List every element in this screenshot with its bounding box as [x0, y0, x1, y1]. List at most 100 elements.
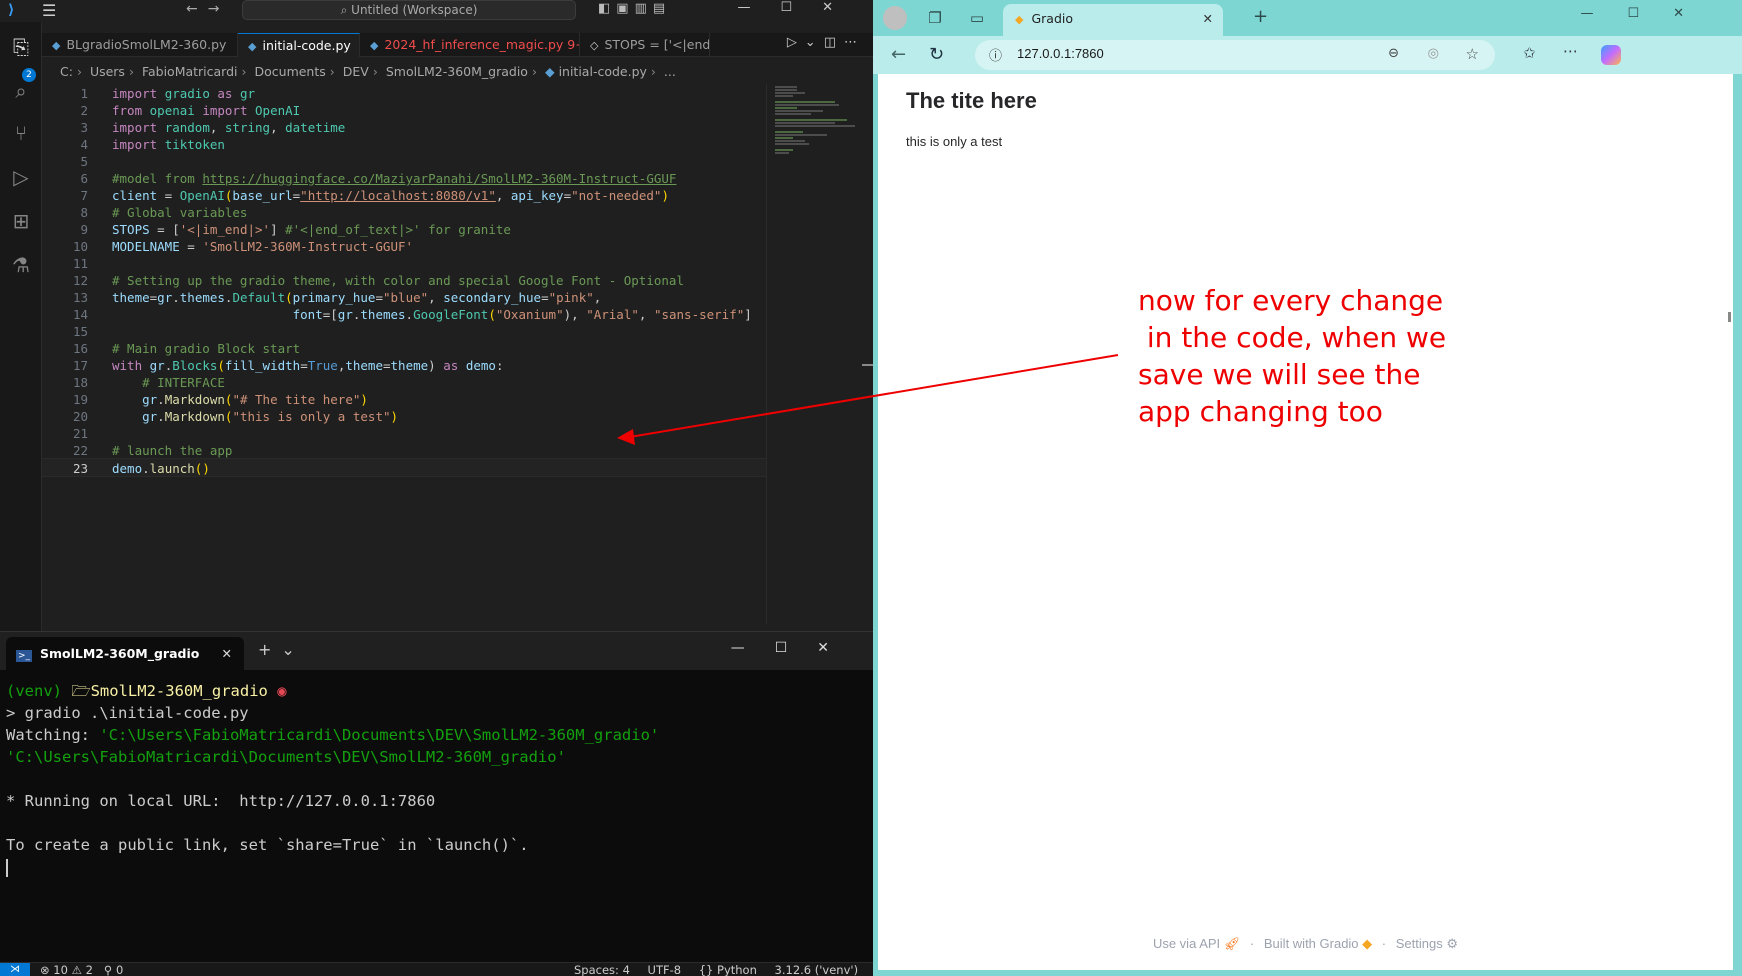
- reload-icon[interactable]: ↻: [929, 44, 944, 65]
- browser-tab-gradio[interactable]: ◆ Gradio ✕: [1003, 4, 1223, 36]
- profile-avatar[interactable]: [883, 6, 907, 30]
- extension-icon[interactable]: ◎: [1428, 46, 1439, 61]
- tab-initial-code[interactable]: ◆initial-code.py✕: [238, 33, 360, 57]
- source-control-icon[interactable]: ⑂: [8, 120, 34, 146]
- terminal-tab[interactable]: >_ SmolLM2-360M_gradio ✕: [6, 637, 244, 670]
- error-icon: ⊗: [40, 963, 50, 976]
- testing-icon[interactable]: ⚗: [8, 252, 34, 278]
- running-url: * Running on local URL: http://127.0.0.1…: [6, 792, 436, 810]
- code-line-current: 23 demo.launch(): [42, 458, 766, 477]
- ports-icon: ⚲: [103, 963, 113, 976]
- copilot-icon[interactable]: [1601, 45, 1621, 65]
- minimap[interactable]: [766, 84, 862, 624]
- annotation-text: now for every change in the code, when w…: [1138, 284, 1447, 428]
- page-scroll-indicator[interactable]: [1728, 312, 1731, 322]
- favorites-icon[interactable]: ✩: [1523, 44, 1536, 62]
- venv-label: (venv): [6, 682, 62, 700]
- watching-label: Watching:: [6, 726, 100, 744]
- editor-scroll-indicator[interactable]: [862, 364, 873, 366]
- terminal-window[interactable]: >_ SmolLM2-360M_gradio ✕ +⌄ —☐✕ (venv) 🗁S…: [0, 631, 873, 962]
- tab-blgradio[interactable]: ◆ BLgradioSmolLM2-360.py: [42, 33, 238, 57]
- encoding-status[interactable]: UTF-8: [648, 963, 682, 976]
- built-with-gradio-link[interactable]: Built with Gradio: [1264, 936, 1359, 951]
- tab-stops[interactable]: ◇ STOPS = ['<|endo: [580, 33, 710, 57]
- address-bar[interactable]: ⓘ 127.0.0.1:7860 ⊖ ◎ ☆: [975, 40, 1495, 70]
- terminal-titlebar: >_ SmolLM2-360M_gradio ✕ +⌄ —☐✕: [0, 632, 873, 670]
- back-icon[interactable]: ←: [891, 44, 906, 65]
- warning-icon: ⚠: [71, 963, 82, 976]
- browser-tab-title: Gradio: [1031, 11, 1074, 26]
- vscode-window: ⟩ ☰ ←→ ⌕ Untitled (Workspace) ◧▣▥▤ —☐✕ ⎘…: [0, 0, 890, 976]
- gradio-footer: Use via API 🚀︎ · Built with Gradio ◆ · S…: [1152, 936, 1459, 951]
- workspaces-icon[interactable]: ❐: [925, 8, 945, 28]
- python-file-icon: ◆: [370, 39, 379, 52]
- extensions-icon[interactable]: ⊞: [8, 208, 34, 234]
- remote-icon[interactable]: ⋊: [0, 963, 30, 976]
- site-info-icon[interactable]: ⓘ: [989, 45, 1002, 64]
- breadcrumb-item[interactable]: ...: [664, 64, 676, 79]
- tab-hf-inference[interactable]: ◆2024_hf_inference_magic.py 9+●: [360, 33, 580, 57]
- vscode-logo-icon: ⟩: [8, 2, 15, 18]
- explorer-icon[interactable]: ⎘: [8, 34, 34, 60]
- breadcrumb-item[interactable]: Users: [90, 64, 125, 79]
- code-link[interactable]: https://huggingface.co/MaziyarPanahi/Smo…: [202, 171, 676, 186]
- zoom-icon[interactable]: ⊖: [1388, 46, 1399, 61]
- new-tab-button[interactable]: +: [1253, 6, 1268, 27]
- vscode-titlebar: ⟩ ☰ ←→ ⌕ Untitled (Workspace) ◧▣▥▤ —☐✕: [0, 0, 873, 22]
- tab-actions-icon[interactable]: ▭: [967, 8, 987, 28]
- line-number: 23: [72, 461, 88, 476]
- status-dot-icon: ◉: [277, 682, 287, 700]
- window-controls[interactable]: —☐✕: [737, 0, 863, 15]
- indentation-status[interactable]: Spaces: 4: [574, 963, 630, 976]
- gradio-favicon-icon: ◆: [1015, 13, 1024, 26]
- folder-icon: 🗁: [71, 682, 91, 700]
- status-bar: ⋊ ⊗ 10 ⚠ 2 ⚲ 0 Spaces: 4 UTF-8 {} Python…: [0, 962, 890, 976]
- interpreter-status[interactable]: 3.12.6 ('venv'): [775, 963, 859, 976]
- menu-icon[interactable]: ☰: [42, 1, 56, 20]
- error-count: 10: [53, 963, 68, 976]
- breadcrumb-item[interactable]: DEV: [343, 64, 369, 79]
- gear-icon: ⚙: [1446, 936, 1459, 951]
- breadcrumb: C: › Users › FabioMatricardi › Documents › D…: [60, 64, 676, 79]
- watching-path: 'C:\Users\FabioMatricardi\Documents\DEV\…: [99, 726, 660, 744]
- warning-count: 2: [85, 963, 93, 976]
- ports-count: 0: [115, 963, 124, 976]
- browser-toolbar: ← ↻ ⓘ 127.0.0.1:7860 ⊖ ◎ ☆ ✩ ⋯: [873, 36, 1742, 74]
- breadcrumb-item[interactable]: SmolLM2-360M_gradio: [386, 64, 528, 79]
- favorite-star-icon[interactable]: ☆: [1466, 45, 1479, 63]
- more-icon[interactable]: ⋯: [1563, 42, 1578, 60]
- editor-actions[interactable]: ▷⌄◫⋯: [787, 35, 865, 50]
- window-title: Untitled (Workspace): [351, 3, 478, 17]
- address-url[interactable]: 127.0.0.1:7860: [1017, 46, 1104, 61]
- breadcrumb-item[interactable]: Documents: [255, 64, 326, 79]
- run-debug-icon[interactable]: ▷: [8, 164, 34, 190]
- search-icon[interactable]: ⌕: [8, 78, 34, 104]
- breadcrumb-item[interactable]: initial-code.py: [559, 64, 647, 79]
- use-via-api-link[interactable]: Use via API: [1153, 936, 1220, 951]
- browser-window: ❐ ▭ ◆ Gradio ✕ + —☐✕ ← ↻ ⓘ 127.0.0.1:7860…: [873, 0, 1742, 976]
- breadcrumb-item[interactable]: C:: [60, 64, 73, 79]
- window-controls[interactable]: —☐✕: [731, 640, 859, 656]
- nav-arrows[interactable]: ←→: [186, 1, 229, 17]
- language-status[interactable]: {} Python: [699, 963, 757, 976]
- code-editor[interactable]: 1 import gradio as gr 2 from openai import…: [42, 84, 766, 624]
- gradio-page: The tite here this is only a test Use vi…: [878, 74, 1733, 970]
- symbol-icon: ◇: [590, 39, 599, 52]
- prompt-dir: SmolLM2-360M_gradio: [90, 682, 268, 700]
- command-center[interactable]: ⌕ Untitled (Workspace): [242, 0, 576, 20]
- public-link-hint: To create a public link, set `share=True…: [6, 836, 529, 854]
- window-controls[interactable]: —☐✕: [1580, 6, 1718, 21]
- close-icon[interactable]: ✕: [1203, 4, 1213, 34]
- terminal-output[interactable]: (venv) 🗁SmolLM2-360M_gradio ◉ > gradio .…: [6, 680, 866, 878]
- watching-path: 'C:\Users\FabioMatricardi\Documents\DEV\…: [6, 748, 566, 766]
- tab-label: STOPS = ['<|endo: [604, 37, 710, 52]
- problems-status[interactable]: ⊗ 10 ⚠ 2 ⚲ 0: [40, 963, 123, 976]
- settings-link[interactable]: Settings: [1396, 936, 1443, 951]
- new-tab-button[interactable]: +⌄: [258, 640, 305, 659]
- tab-label: initial-code.py: [262, 38, 351, 53]
- powershell-icon: >_: [16, 650, 32, 662]
- tab-label: BLgradioSmolLM2-360.py: [66, 37, 227, 52]
- breadcrumb-item[interactable]: FabioMatricardi: [142, 64, 238, 79]
- close-icon[interactable]: ✕: [222, 637, 232, 670]
- layout-icons[interactable]: ◧▣▥▤: [598, 1, 671, 16]
